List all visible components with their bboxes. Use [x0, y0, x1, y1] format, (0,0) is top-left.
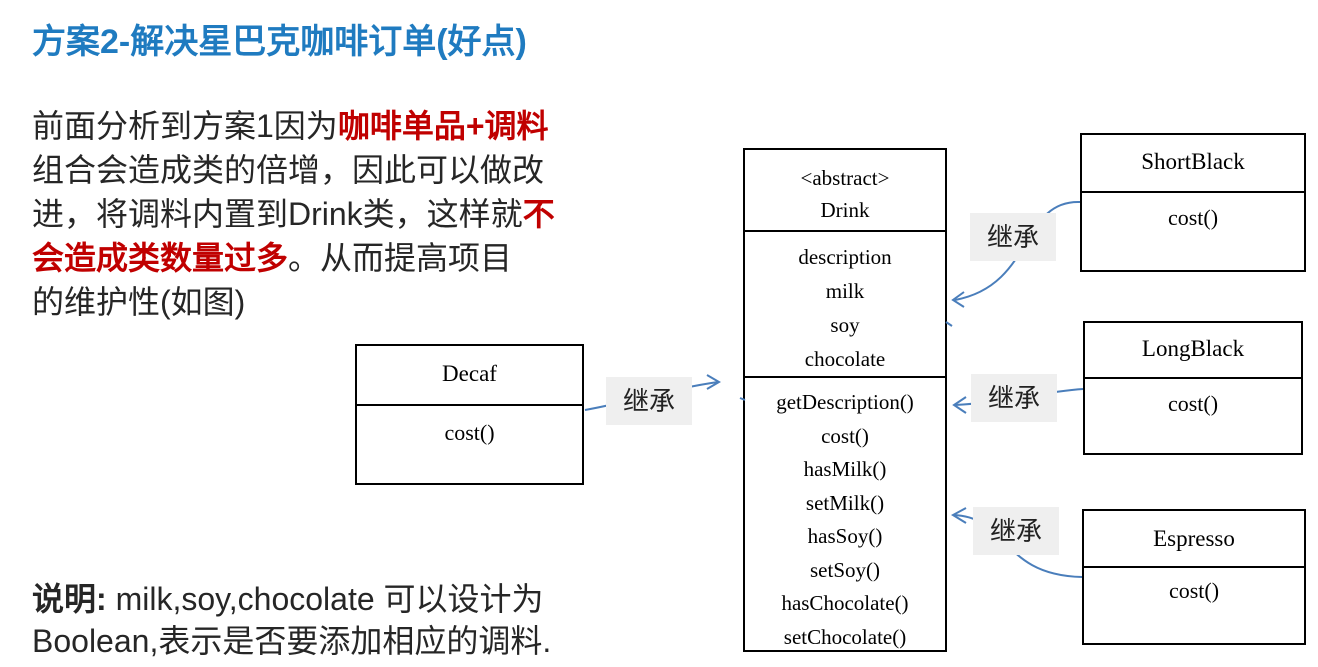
arrow-stub-decaf: [739, 397, 746, 401]
arrow-stub-right: [945, 321, 953, 327]
inherit-label-longblack: 继承: [971, 374, 1057, 422]
inheritance-arrows: [584, 200, 1084, 578]
inherit-label-decaf: 继承: [606, 377, 692, 425]
inherit-label-shortblack: 继承: [970, 213, 1056, 261]
inherit-label-espresso: 继承: [973, 507, 1059, 555]
